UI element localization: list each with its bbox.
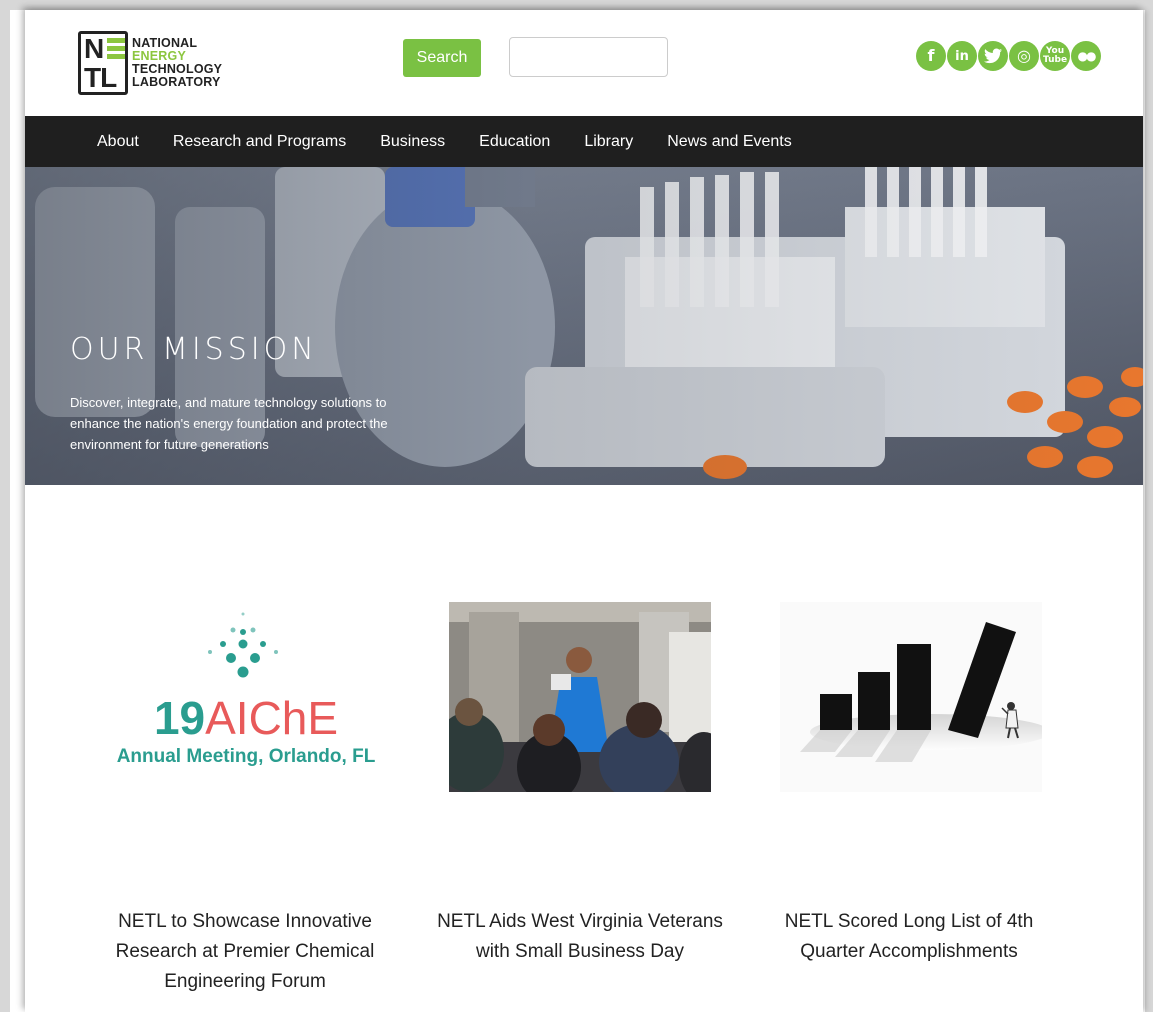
search-input[interactable] — [509, 37, 668, 77]
nav-item-research-and-programs[interactable]: Research and Programs — [156, 133, 363, 151]
news-image-aiche[interactable]: 19AIChE Annual Meeting, Orlando, FL — [115, 602, 377, 792]
bar-graph-illustration — [780, 602, 1050, 792]
logo-letter-n: N — [84, 33, 105, 64]
netl-logo[interactable]: N TL NATIONAL ENERGY TECHNOLOGY LABORATO… — [78, 30, 240, 96]
hero-banner: OUR MISSION Discover, integrate, and mat… — [25, 167, 1143, 485]
news-image-accomplishments[interactable] — [780, 602, 1050, 792]
aiche-year: 19 — [153, 692, 206, 744]
search-button[interactable]: Search — [403, 39, 481, 77]
flickr-icon[interactable]: ●● — [1071, 41, 1101, 71]
news-title-accomplishments[interactable]: NETL Scored Long List of 4th Quarter Acc… — [759, 907, 1059, 967]
aiche-wordmark: 19AIChE — [115, 693, 377, 743]
linkedin-icon[interactable]: in — [947, 41, 977, 71]
site-header: N TL NATIONAL ENERGY TECHNOLOGY LABORATO… — [25, 10, 1143, 116]
veterans-photo — [434, 602, 729, 802]
news-title-veterans[interactable]: NETL Aids West Virginia Veterans with Sm… — [430, 907, 730, 967]
youtube-icon[interactable]: You Tube — [1040, 41, 1070, 71]
logo-letter-e — [107, 38, 125, 60]
hero-title: OUR MISSION — [70, 332, 318, 367]
nav-item-library[interactable]: Library — [567, 133, 650, 151]
aiche-subtitle: Annual Meeting, Orlando, FL — [116, 746, 376, 767]
news-image-veterans[interactable] — [434, 602, 729, 802]
aiche-name: AIChE — [205, 692, 339, 744]
hero-text: Discover, integrate, and mature technolo… — [70, 395, 388, 452]
nav-item-news-and-events[interactable]: News and Events — [650, 133, 809, 151]
main-nav: About Research and Programs Business Edu… — [25, 116, 1143, 167]
news-title-aiche[interactable]: NETL to Showcase Innovative Research at … — [95, 907, 395, 997]
logo-line-laboratory: LABORATORY — [132, 75, 221, 89]
twitter-icon[interactable] — [978, 41, 1008, 71]
nav-item-business[interactable]: Business — [363, 133, 462, 151]
social-links: f in ◎ You Tube ●● — [916, 41, 1101, 71]
logo-letters-tl: TL — [84, 62, 117, 93]
instagram-icon[interactable]: ◎ — [1009, 41, 1039, 71]
nav-item-education[interactable]: Education — [462, 133, 567, 151]
facebook-icon[interactable]: f — [916, 41, 946, 71]
logo-wordmark: NATIONAL ENERGY TECHNOLOGY LABORATORY — [132, 37, 222, 89]
page: N TL NATIONAL ENERGY TECHNOLOGY LABORATO… — [25, 10, 1143, 1012]
logo-mark: N TL — [78, 31, 128, 95]
nav-item-about[interactable]: About — [80, 133, 156, 151]
